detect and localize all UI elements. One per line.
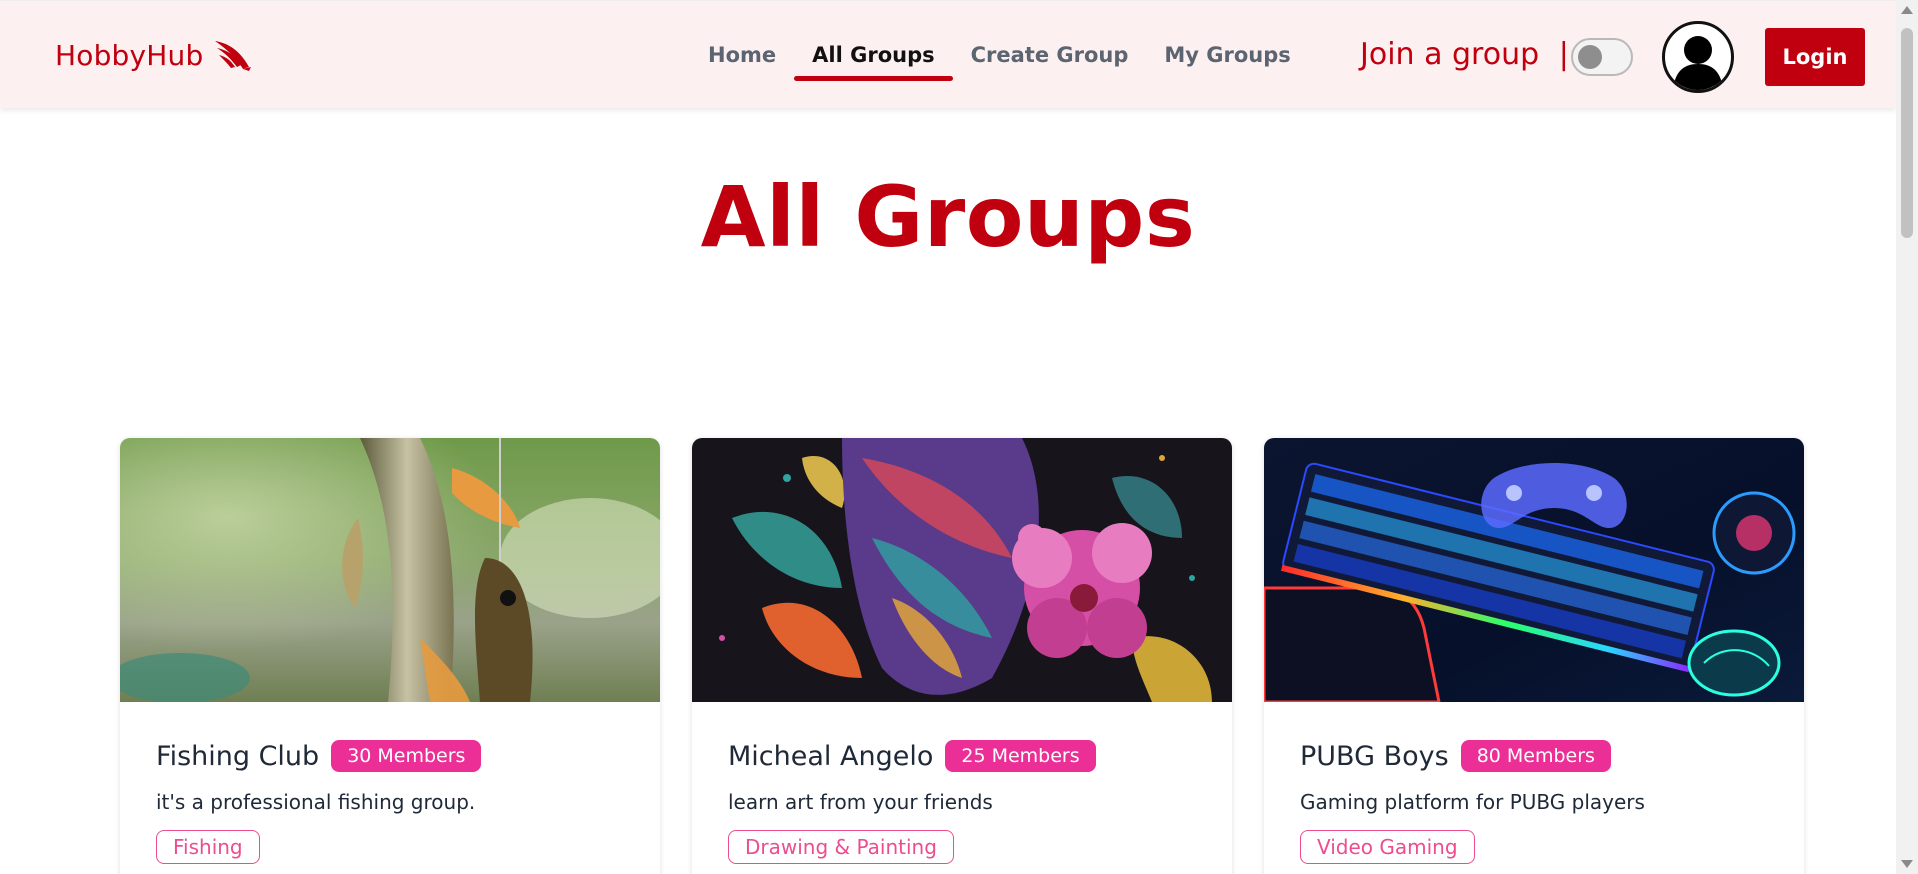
group-name: PUBG Boys <box>1300 740 1449 772</box>
members-badge: 80 Members <box>1460 740 1611 772</box>
wing-icon <box>215 41 252 71</box>
brand-name: HobbyHub <box>55 38 204 72</box>
colorful-bird-flower-art <box>692 438 1232 702</box>
scroll-down-arrow-icon[interactable] <box>1901 860 1913 868</box>
scroll-up-arrow-icon[interactable] <box>1901 6 1913 14</box>
group-description: Gaming platform for PUBG players <box>1300 790 1645 814</box>
group-cards: Fishing Club 30 Members it's a professio… <box>120 438 1804 874</box>
card-title-row: Fishing Club 30 Members <box>156 740 624 772</box>
nav-create-group[interactable]: Create Group <box>953 39 1147 81</box>
toggle-knob <box>1578 45 1602 69</box>
page-scrollbar[interactable] <box>1896 0 1918 874</box>
main-nav: Home All Groups Create Group My Groups <box>690 39 1309 81</box>
theme-toggle[interactable] <box>1571 38 1633 76</box>
nav-all-groups[interactable]: All Groups <box>794 39 954 81</box>
page-title: All Groups <box>700 168 1196 266</box>
category-tag[interactable]: Video Gaming <box>1300 830 1475 864</box>
group-card[interactable]: Micheal Angelo 25 Members learn art from… <box>692 438 1232 874</box>
members-badge: 25 Members <box>945 740 1096 772</box>
members-badge: 30 Members <box>331 740 482 772</box>
scroll-thumb[interactable] <box>1901 28 1913 238</box>
brand-logo[interactable]: HobbyHub <box>55 37 253 73</box>
join-group-text: Join a group | <box>1360 37 1569 72</box>
group-description: it's a professional fishing group. <box>156 790 476 814</box>
group-name: Fishing Club <box>156 740 320 772</box>
login-button[interactable]: Login <box>1765 28 1865 86</box>
card-title-row: PUBG Boys 80 Members <box>1300 740 1768 772</box>
join-group-label: Join a group <box>1360 37 1540 72</box>
card-body: PUBG Boys 80 Members Gaming platform for… <box>1264 702 1804 864</box>
group-card[interactable]: Fishing Club 30 Members it's a professio… <box>120 438 660 874</box>
rgb-gaming-setup <box>1264 438 1804 702</box>
nav-home[interactable]: Home <box>690 39 794 81</box>
group-name: Micheal Angelo <box>728 740 934 772</box>
user-silhouette-icon <box>1673 36 1723 90</box>
navbar: HobbyHub Home All Groups Create Group My… <box>0 0 1896 108</box>
group-card[interactable]: PUBG Boys 80 Members Gaming platform for… <box>1264 438 1804 874</box>
fish-photo <box>120 438 660 702</box>
card-body: Fishing Club 30 Members it's a professio… <box>120 702 660 864</box>
card-title-row: Micheal Angelo 25 Members <box>728 740 1196 772</box>
nav-my-groups[interactable]: My Groups <box>1146 39 1308 81</box>
category-tag[interactable]: Drawing & Painting <box>728 830 954 864</box>
card-body: Micheal Angelo 25 Members learn art from… <box>692 702 1232 864</box>
group-description: learn art from your friends <box>728 790 993 814</box>
separator: | <box>1558 37 1569 72</box>
avatar[interactable] <box>1662 21 1734 93</box>
category-tag[interactable]: Fishing <box>156 830 260 864</box>
